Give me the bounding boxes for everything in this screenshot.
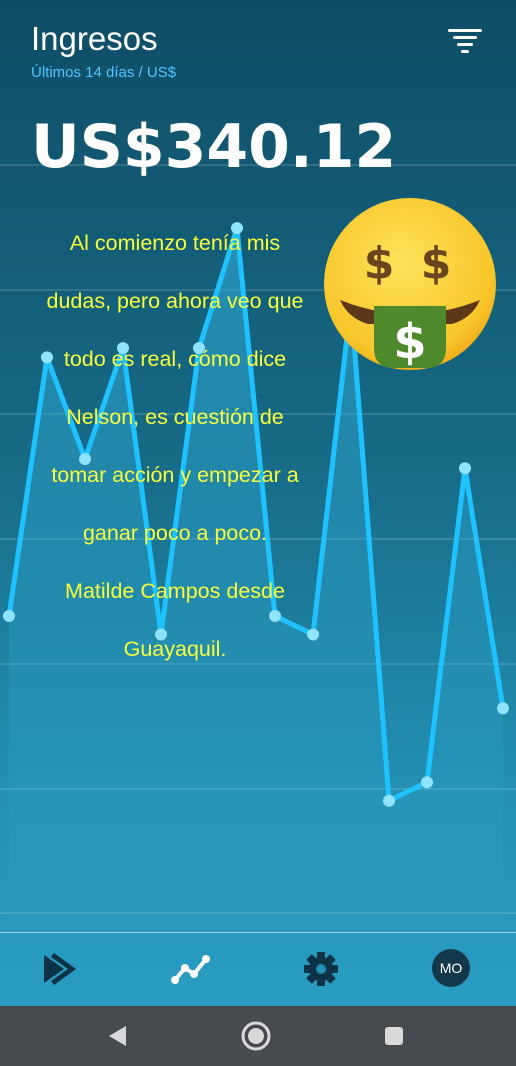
system-back-button[interactable] — [102, 1020, 134, 1052]
emoji-dollar-right: $ — [421, 238, 452, 289]
earnings-screen: Ingresos Últimos 14 días / US$ US$340.12… — [0, 0, 516, 1006]
trending-chart-icon — [171, 955, 210, 984]
testimonial-line: Al comienzo tenía mis — [69, 231, 281, 255]
home-circle-icon — [241, 1021, 271, 1051]
money-mouth-face-icon: $ $ $ — [324, 198, 496, 370]
testimonial-line: dudas, pero ahora veo que — [46, 289, 304, 313]
system-navigation-bar — [0, 1006, 516, 1066]
chart-data-point[interactable] — [497, 702, 509, 715]
recent-square-icon — [385, 1027, 403, 1045]
testimonial-line: ganar poco a poco. — [82, 521, 268, 545]
emoji-dollar-left: $ — [364, 238, 395, 289]
play-arrows-logo-icon — [44, 953, 76, 985]
nav-stats-button[interactable] — [168, 947, 214, 991]
filter-button[interactable] — [446, 25, 484, 55]
emoji-dollar-tongue: $ — [393, 314, 426, 370]
user-avatar[interactable]: MO — [432, 949, 470, 987]
testimonial-text: Al comienzo tenía mis dudas, pero ahora … — [25, 200, 325, 693]
system-home-button[interactable] — [240, 1020, 272, 1052]
testimonial-line: Guayaquil. — [123, 637, 227, 661]
bottom-navigation: MO — [0, 932, 516, 1006]
system-recent-apps-button[interactable] — [378, 1020, 410, 1052]
chart-data-point[interactable] — [3, 610, 15, 622]
nav-home-button[interactable] — [38, 947, 84, 991]
testimonial-line: tomar acción y empezar a — [51, 463, 299, 487]
page-title: Ingresos — [31, 20, 158, 57]
testimonial-line: todo es real, cómo dice — [63, 347, 287, 371]
chart-data-point[interactable] — [383, 794, 395, 807]
filter-list-icon — [448, 29, 482, 53]
chart-data-point[interactable] — [421, 776, 433, 789]
gear-icon — [304, 952, 338, 986]
chart-data-point[interactable] — [459, 462, 471, 475]
testimonial-line: Nelson, es cuestión de — [66, 405, 284, 429]
period-subtitle: Últimos 14 días / US$ — [31, 64, 177, 81]
testimonial-line: Matilde Campos desde — [65, 579, 285, 603]
back-triangle-icon — [109, 1026, 126, 1046]
nav-settings-button[interactable] — [298, 947, 344, 991]
total-earnings-amount: US$340.12 — [31, 112, 397, 182]
